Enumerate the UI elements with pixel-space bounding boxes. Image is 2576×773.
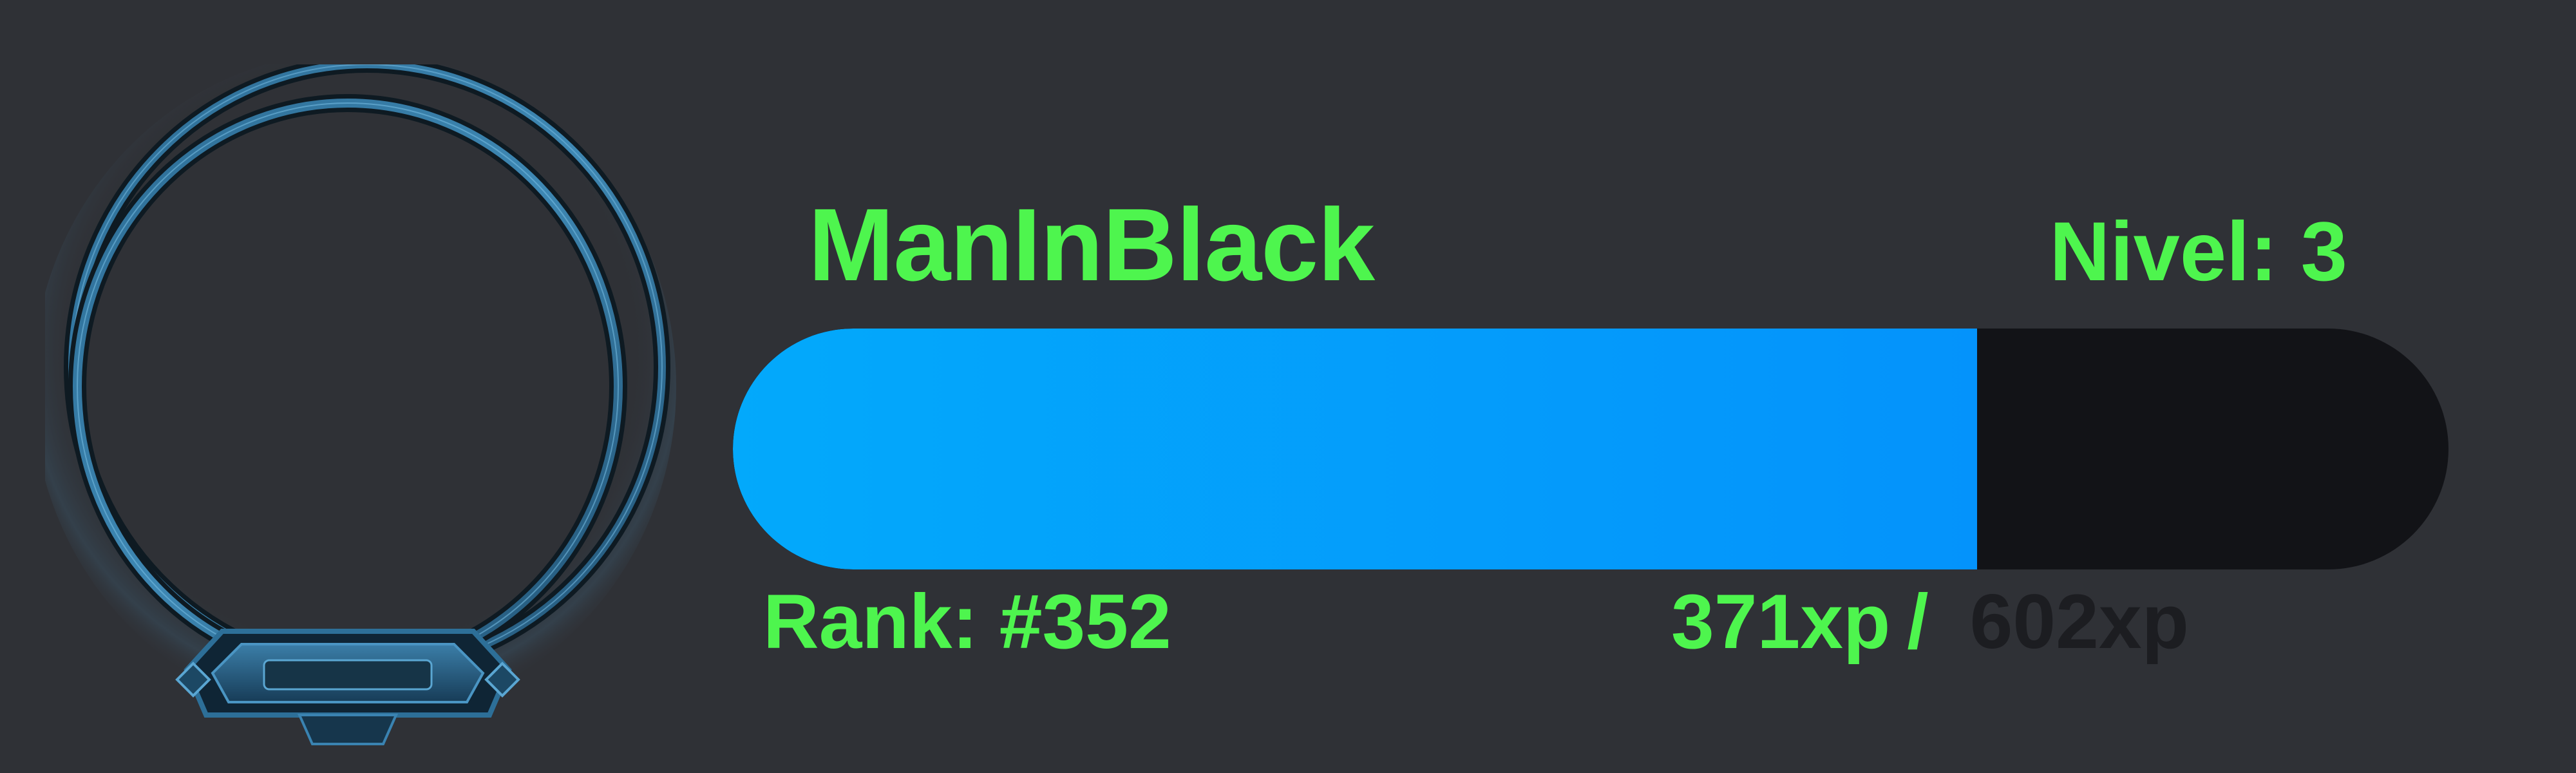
xp-progress-fill: [733, 329, 1978, 569]
xp-progress-bar: [733, 329, 2448, 569]
xp-readout: 371xp/602xp: [1671, 583, 2189, 660]
gem-ornament-icon: [175, 629, 520, 745]
rank-card: ManInBlack Nivel: 3 Rank: #352 371xp/602…: [0, 0, 2576, 773]
avatar-frame-icon: [45, 64, 683, 760]
rank-label: Rank: #352: [763, 578, 1171, 665]
xp-needed: 602xp: [1969, 578, 2189, 665]
xp-current: 371xp: [1671, 578, 1891, 665]
username: ManInBlack: [808, 187, 1375, 302]
level-label: Nivel: 3: [2049, 204, 2347, 298]
xp-separator: /: [1907, 578, 1929, 665]
